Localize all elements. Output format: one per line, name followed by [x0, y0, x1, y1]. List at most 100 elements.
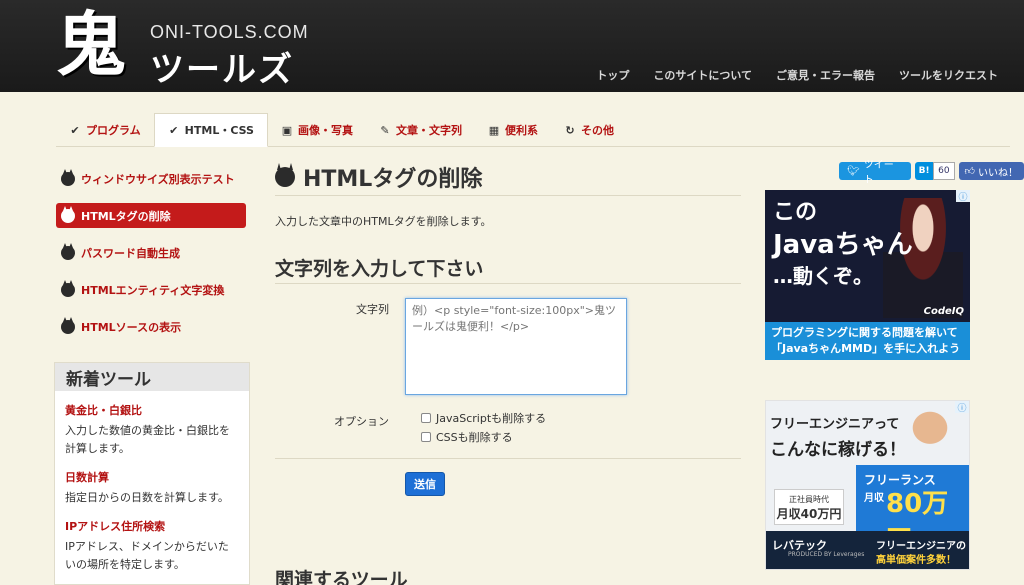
- new-tool-desc: 指定日からの日数を計算します。: [65, 491, 229, 504]
- oni-icon: [61, 205, 75, 223]
- pencil-icon: ✎: [380, 123, 390, 137]
- sidebar: ウィンドウサイズ別表示テスト HTMLタグの削除 パスワード自動生成 HTMLエ…: [56, 166, 250, 351]
- logo-domain[interactable]: ONI-TOOLS.COM: [150, 22, 309, 43]
- oni-icon: [275, 162, 295, 187]
- list-item: 黄金比・白銀比 入力した数値の黄金比・白銀比を計算します。: [55, 402, 249, 458]
- sidebar-item-label: HTMLエンティティ文字変換: [81, 283, 225, 297]
- oni-icon: [61, 316, 75, 334]
- grid-icon: ▦: [488, 123, 500, 137]
- tab-image-photo[interactable]: ▣ 画像・写真: [268, 113, 366, 147]
- option-text: JavaScriptも削除する: [436, 412, 547, 425]
- check-icon: ✔: [169, 123, 179, 137]
- nav-feedback[interactable]: ご意見・エラー報告: [776, 67, 875, 83]
- checkbox[interactable]: [421, 432, 431, 442]
- input-label: 文字列: [356, 303, 389, 316]
- tab-program[interactable]: ✔ プログラム: [56, 113, 154, 147]
- sidebar-item-window-size-test[interactable]: ウィンドウサイズ別表示テスト: [56, 166, 250, 191]
- ad-footer-text: 「JavaちゃんMMD」を手に入れよう: [771, 342, 961, 355]
- category-tabs: ✔ プログラム ✔ HTML・CSS ▣ 画像・写真 ✎ 文章・文字列 ▦ 便利系 ↻ その…: [56, 113, 1010, 147]
- ad-previous-salary: 正社員時代 月収40万円: [774, 489, 844, 525]
- facebook-like-button[interactable]: 👍︎ いいね！: [958, 162, 1024, 180]
- text-input[interactable]: [405, 298, 627, 395]
- tweet-button[interactable]: 🐦︎ ツイート: [839, 160, 912, 186]
- new-tool-desc: IPアドレス、ドメインからだいたいの場所を特定します。: [65, 540, 229, 571]
- social-buttons: 🐦︎ ツイート B! 60 👍︎ いいね！: [839, 160, 1024, 186]
- tab-utility[interactable]: ▦ 便利系: [475, 113, 551, 147]
- main-content: HTMLタグの削除 入力した文章中のHTMLタグを削除します。 文字列を入力して…: [275, 160, 741, 585]
- divider: [275, 458, 741, 459]
- ad-headline: …動くぞ。: [773, 264, 873, 288]
- list-item: 日数計算 指定日からの日数を計算します。: [55, 469, 249, 507]
- ad-headline: この: [773, 200, 818, 225]
- ad-headline: フリーエンジニアって: [770, 417, 900, 432]
- ad-banner-levtech[interactable]: フリーエンジニアって こんなに稼げる！ 正社員時代 月収40万円 フリーランス …: [765, 400, 970, 570]
- ad-label: 月収: [864, 493, 884, 504]
- tab-label: その他: [580, 124, 614, 137]
- new-tools-heading: 新着ツール: [55, 363, 249, 391]
- oni-icon: [61, 242, 75, 260]
- ad-logo: CodeIQ: [923, 306, 964, 317]
- sidebar-item-label: パスワード自動生成: [81, 246, 180, 260]
- ad-choices-icon[interactable]: ⓘ: [956, 190, 970, 203]
- sidebar-item-password-generator[interactable]: パスワード自動生成: [56, 240, 250, 265]
- list-item: IPアドレス住所検索 IPアドレス、ドメインからだいたいの場所を特定します。: [55, 518, 249, 574]
- logo-mark[interactable]: 鬼: [56, 4, 140, 86]
- ad-brand-sub: PRODUCED BY Leverages: [788, 551, 865, 558]
- tab-text-string[interactable]: ✎ 文章・文字列: [366, 113, 475, 147]
- ad-choices-icon[interactable]: ⓘ: [955, 401, 969, 414]
- sidebar-item-html-tag-remove[interactable]: HTMLタグの削除: [56, 203, 246, 228]
- nav-top[interactable]: トップ: [596, 67, 629, 83]
- top-nav: トップ このサイトについて ご意見・エラー報告 ツールをリクエスト: [596, 67, 998, 83]
- sidebar-item-label: HTMLソースの表示: [81, 320, 182, 334]
- section-title: 文字列を入力して下さい: [275, 254, 741, 284]
- image-icon: ▣: [281, 123, 293, 137]
- ad-footer-text: プログラミングに関する問題を解いて: [771, 326, 958, 339]
- oni-icon: [61, 168, 75, 186]
- tab-html-css[interactable]: ✔ HTML・CSS: [153, 113, 268, 147]
- hatena-bookmark-button[interactable]: B! 60: [915, 162, 955, 180]
- like-label: いいね！: [978, 167, 1018, 179]
- oni-icon: [61, 279, 75, 297]
- page-title-text: HTMLタグの削除: [303, 166, 483, 192]
- ad-footer: レバテック PRODUCED BY Leverages フリーエンジニアの 高単…: [766, 531, 969, 569]
- ad-footer-text: フリーエンジニアの: [876, 541, 966, 552]
- tab-label: 便利系: [504, 124, 538, 137]
- page-description: 入力した文章中のHTMLタグを削除します。: [275, 215, 492, 228]
- nav-request[interactable]: ツールをリクエスト: [899, 67, 998, 83]
- page-title: HTMLタグの削除: [275, 160, 741, 196]
- sidebar-item-label: HTMLタグの削除: [81, 209, 171, 223]
- sidebar-item-html-source[interactable]: HTMLソースの表示: [56, 314, 250, 339]
- ad-footer: プログラミングに関する問題を解いて 「JavaちゃんMMD」を手に入れよう: [765, 322, 970, 360]
- option-remove-css[interactable]: CSSも削除する: [421, 429, 513, 445]
- new-tool-desc: 入力した数値の黄金比・白銀比を計算します。: [65, 424, 230, 455]
- submit-button[interactable]: 送信: [405, 472, 445, 496]
- option-remove-js[interactable]: JavaScriptも削除する: [421, 410, 546, 426]
- option-text: CSSも削除する: [436, 431, 513, 444]
- twitter-icon: 🐦︎: [847, 165, 860, 177]
- checkbox[interactable]: [421, 413, 431, 423]
- ad-amount: 月収40万円: [776, 507, 842, 521]
- new-tool-link[interactable]: IPアドレス住所検索: [65, 518, 239, 534]
- ad-freelance-box: フリーランス 月収 80万円: [856, 465, 969, 556]
- ad-label: 正社員時代: [789, 495, 829, 504]
- new-tool-link[interactable]: 日数計算: [65, 469, 239, 485]
- ad-headline: こんなに稼げる！: [770, 440, 906, 460]
- logo-wordmark[interactable]: ツールズ: [150, 42, 294, 91]
- hatena-count: 60: [933, 162, 955, 180]
- hatena-icon: B!: [915, 162, 934, 180]
- tab-label: HTML・CSS: [184, 124, 254, 137]
- new-tool-link[interactable]: 黄金比・白銀比: [65, 402, 239, 418]
- tweet-label: ツイート: [863, 160, 894, 186]
- new-tools-panel: 新着ツール 黄金比・白銀比 入力した数値の黄金比・白銀比を計算します。 日数計算…: [54, 362, 250, 585]
- sidebar-item-html-entity[interactable]: HTMLエンティティ文字変換: [56, 277, 250, 302]
- tab-label: プログラム: [86, 124, 141, 137]
- nav-about[interactable]: このサイトについて: [653, 67, 752, 83]
- tab-other[interactable]: ↻ その他: [551, 113, 627, 147]
- related-tools-heading: 関連するツール: [275, 569, 408, 585]
- site-header: 鬼 ONI-TOOLS.COM ツールズ トップ このサイトについて ご意見・エ…: [0, 0, 1024, 92]
- ad-banner-codeiq[interactable]: この Javaちゃん …動くぞ。 CodeIQ プログラミングに関する問題を解い…: [765, 190, 970, 360]
- sidebar-item-label: ウィンドウサイズ別表示テスト: [81, 172, 235, 186]
- tab-label: 文章・文字列: [395, 124, 462, 137]
- refresh-icon: ↻: [565, 123, 575, 137]
- thumbs-up-icon: 👍︎: [964, 166, 975, 177]
